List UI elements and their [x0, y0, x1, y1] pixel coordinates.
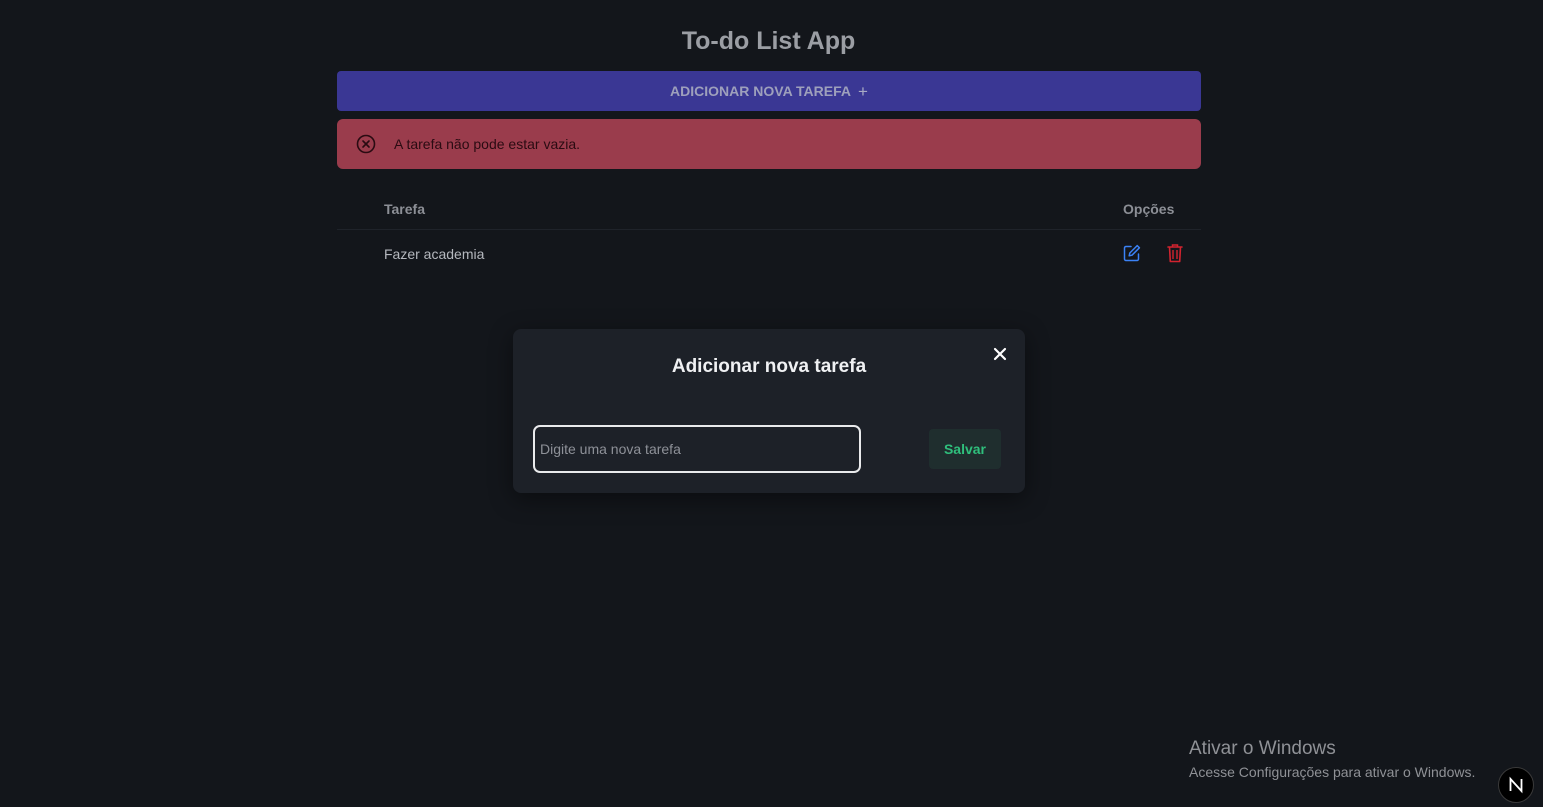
table-header: Tarefa Opções — [337, 190, 1201, 230]
save-button[interactable]: Salvar — [929, 429, 1001, 469]
next-dev-badge[interactable] — [1498, 767, 1534, 803]
windows-activation-subtitle: Acesse Configurações para ativar o Windo… — [1189, 764, 1476, 780]
error-alert: A tarefa não pode estar vazia. — [337, 119, 1201, 169]
add-task-label: ADICIONAR NOVA TAREFA — [670, 83, 852, 99]
page-title: To-do List App — [681, 27, 856, 55]
edit-icon[interactable] — [1123, 244, 1141, 262]
add-task-modal: Adicionar nova tarefa Salvar — [513, 329, 1025, 493]
page: To-do List App ADICIONAR NOVA TAREFA + A… — [0, 0, 1543, 807]
column-header-task: Tarefa — [384, 201, 425, 217]
trash-icon[interactable] — [1167, 243, 1183, 263]
windows-activation-title: Ativar o Windows — [1189, 738, 1336, 759]
alert-message: A tarefa não pode estar vazia. — [394, 136, 581, 152]
task-input[interactable] — [533, 425, 861, 473]
modal-title: Adicionar nova tarefa — [671, 356, 867, 377]
close-icon[interactable] — [992, 346, 1008, 362]
plus-icon: + — [858, 81, 868, 101]
table-row: Fazer academia — [337, 231, 1201, 277]
column-header-options: Opções — [1123, 201, 1175, 217]
n-logo-icon — [1509, 776, 1523, 794]
close-circle-icon — [356, 134, 376, 154]
task-name: Fazer academia — [384, 246, 485, 262]
add-task-button[interactable]: ADICIONAR NOVA TAREFA + — [337, 71, 1201, 111]
